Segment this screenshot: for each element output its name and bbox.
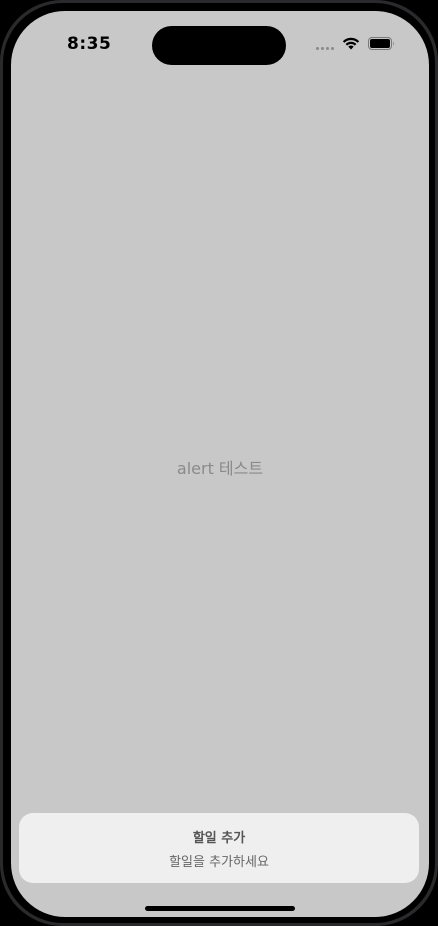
status-time: 8:35 [67,34,112,54]
device-frame: 8:35 alert 테스트 할일 추가 할일을 추가하세요 [0,0,438,926]
wifi-icon [342,37,360,50]
toast-message: 할일을 추가하세요 [169,855,269,870]
toast-notification[interactable]: 할일 추가 할일을 추가하세요 [19,813,419,883]
status-bar: 8:35 [11,11,429,71]
dynamic-island [152,26,286,65]
signal-icon [316,38,334,50]
toast-title: 할일 추가 [192,831,246,846]
device-bezel: 8:35 alert 테스트 할일 추가 할일을 추가하세요 [3,3,435,923]
battery-icon [368,37,395,50]
alert-test-label: alert 테스트 [176,459,264,478]
home-indicator[interactable] [145,906,295,911]
app-screen: 8:35 alert 테스트 할일 추가 할일을 추가하세요 [11,11,429,917]
status-icons [316,37,395,50]
